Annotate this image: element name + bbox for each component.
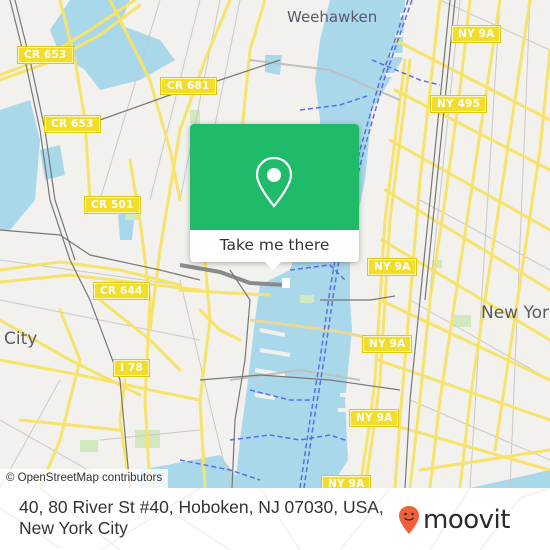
popup-pointer xyxy=(263,260,283,270)
road-shield-cr-501: CR 501 xyxy=(84,196,141,214)
moovit-wordmark: moovit xyxy=(423,505,510,535)
map-attribution[interactable]: © OpenStreetMap contributors xyxy=(0,469,169,488)
place-label-new-york: New York xyxy=(481,303,550,323)
popup-header xyxy=(190,124,359,230)
road-shield-cr-653-south: CR 653 xyxy=(44,115,101,133)
bay-small xyxy=(40,145,65,180)
road-shield-ny-9a-2: NY 9A xyxy=(366,258,418,276)
footer: 40, 80 River St #40, Hoboken, NJ 07030, … xyxy=(0,488,550,550)
road-shield-ny-9a-4: NY 9A xyxy=(348,409,400,427)
road-shield-ny-9a-1: NY 9A xyxy=(450,25,502,43)
place-label-weehawken: Weehawken xyxy=(287,8,378,26)
place-label-jersey-city: City xyxy=(4,329,38,349)
road-shield-cr-644: CR 644 xyxy=(93,282,150,300)
road-shield-ny-495: NY 495 xyxy=(429,95,488,113)
take-me-there-button[interactable]: Take me there xyxy=(190,230,359,262)
road-shield-cr-653-north: CR 653 xyxy=(17,46,74,64)
moovit-pin-icon xyxy=(399,506,419,534)
map[interactable]: Weehawken New York City CR 653 CR 653 CR… xyxy=(0,0,550,488)
bay-west xyxy=(0,100,40,230)
road-shield-ny-9a-3: NY 9A xyxy=(361,335,413,353)
road-shield-cr-681: CR 681 xyxy=(160,77,217,95)
road-shield-i-78: I 78 xyxy=(113,359,150,377)
map-pin-icon xyxy=(255,156,293,208)
address-text: 40, 80 River St #40, Hoboken, NJ 07030, … xyxy=(19,497,384,538)
road-shield-ny-9a-5: NY 9A xyxy=(320,475,372,488)
location-popup: Take me there xyxy=(190,124,359,270)
moovit-logo[interactable]: moovit xyxy=(398,502,510,538)
pond-2 xyxy=(265,55,282,75)
